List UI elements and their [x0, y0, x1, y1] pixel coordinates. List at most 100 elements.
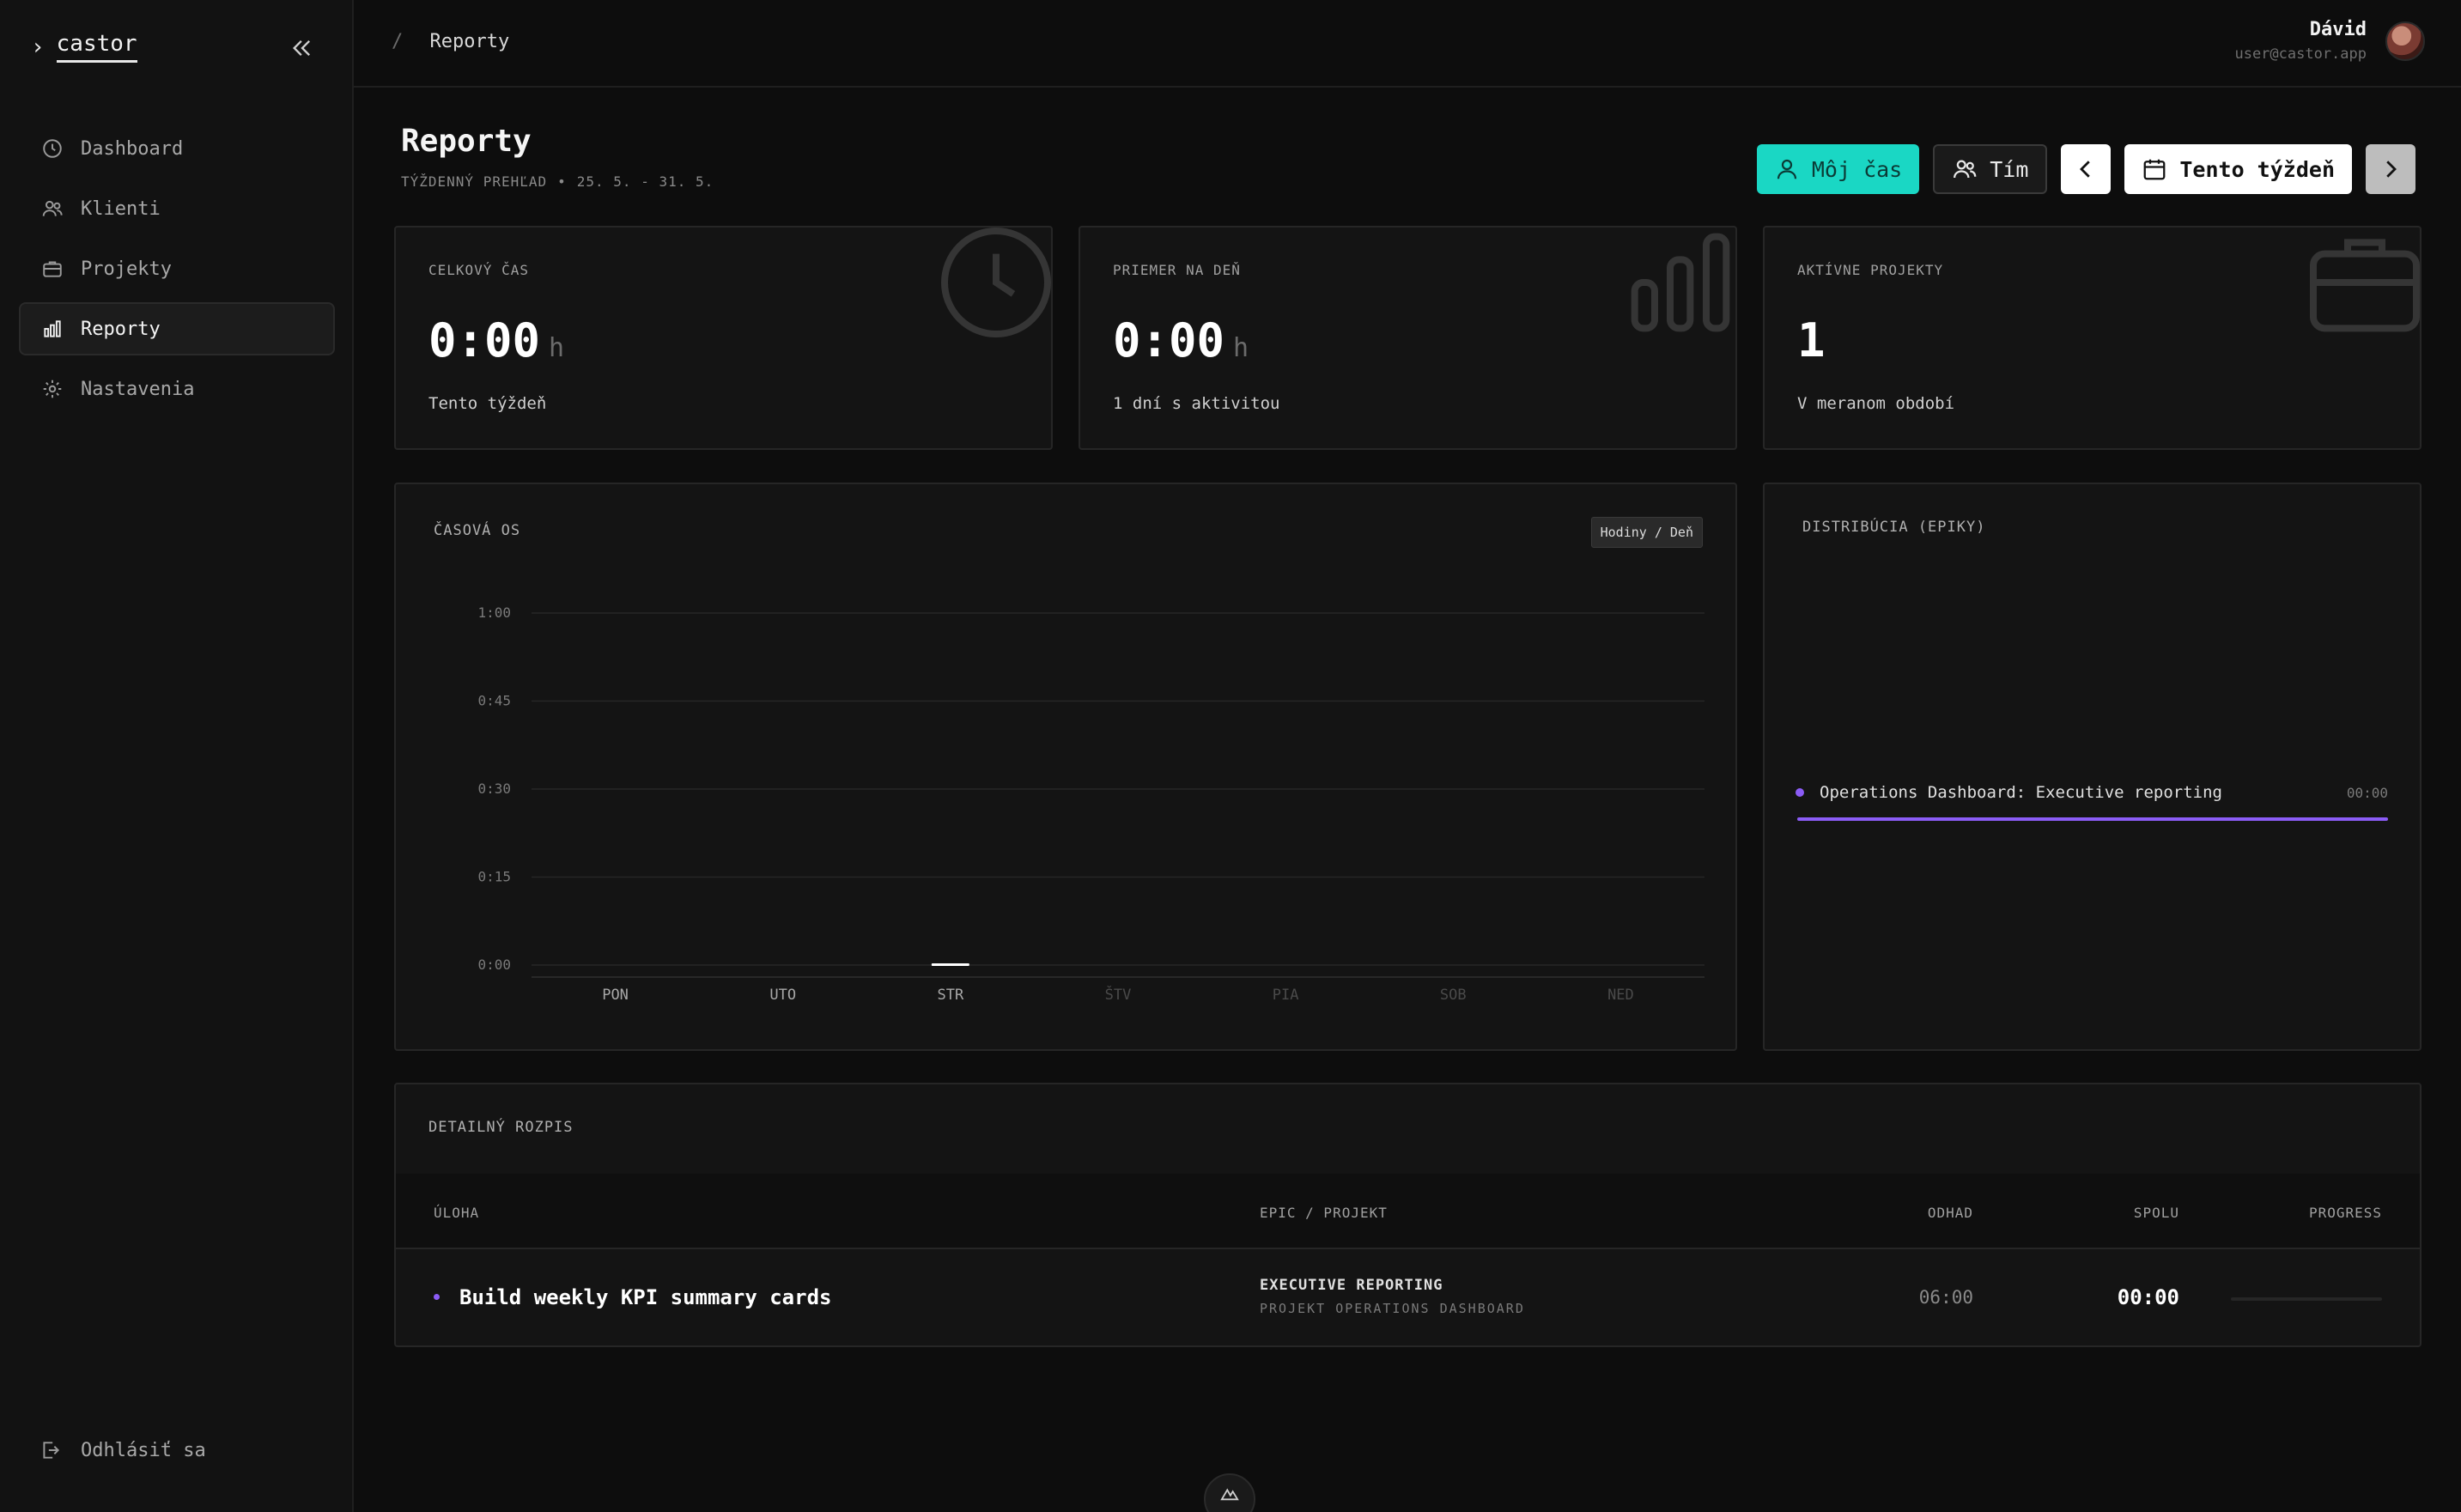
- distribution-bar: [1797, 817, 2388, 821]
- table-row[interactable]: Build weekly KPI summary cards EXECUTIVE…: [396, 1249, 2420, 1345]
- clock-icon: [941, 228, 1051, 337]
- distribution-item-value: 00:00: [2346, 784, 2388, 801]
- stat-value: 1: [1797, 313, 1826, 367]
- x-tick-label: STR: [937, 987, 963, 1004]
- brand-name: castor: [56, 31, 137, 63]
- user-menu[interactable]: Dávid user@castor.app: [2234, 19, 2425, 63]
- y-tick-label: 0:45: [477, 693, 511, 709]
- bar-chart-icon: [44, 320, 61, 337]
- stat-number: 0:00: [428, 313, 541, 367]
- sidebar-item-label: Dashboard: [81, 137, 184, 160]
- stat-note: 1 dní s aktivitou: [1113, 394, 1280, 413]
- chevron-left-icon: [2080, 161, 2091, 178]
- mountain-logo-icon: [1220, 1488, 1239, 1501]
- user-meta: Dávid user@castor.app: [2234, 19, 2367, 63]
- task-name: Build weekly KPI summary cards: [459, 1285, 832, 1309]
- table-header: ÚLOHA EPIC / PROJEKT ODHAD SPOLU PROGRES…: [396, 1174, 2420, 1249]
- column-header-epic: EPIC / PROJEKT: [1260, 1205, 1388, 1221]
- stat-note: V meranom období: [1797, 394, 1955, 413]
- sidebar-item-label: Reporty: [81, 318, 161, 340]
- logout-button[interactable]: Odhlásiť sa: [39, 1439, 206, 1461]
- column-header-progress: PROGRESS: [2308, 1205, 2382, 1221]
- sidebar-item-nastavenia[interactable]: Nastavenia: [19, 362, 335, 416]
- users-icon: [1954, 160, 1977, 179]
- page-subtitle: TÝŽDENNÝ PREHĽAD • 25. 5. - 31. 5.: [401, 173, 714, 190]
- x-tick-label: ŠTV: [1105, 985, 1132, 1004]
- logout-icon: [43, 1442, 60, 1459]
- sidebar-nav: Dashboard Klienti Projekty Reporty Nasta…: [19, 122, 335, 422]
- progress-bar: [2231, 1297, 2382, 1301]
- user-email: user@castor.app: [2234, 46, 2367, 63]
- stat-card-average: PRIEMER NA DEŇ 0:00 h 1 dní s aktivitou: [1079, 226, 1737, 450]
- x-tick-label: PIA: [1273, 987, 1299, 1004]
- briefcase-icon: [2310, 239, 2420, 332]
- clock-icon: [43, 139, 62, 158]
- task-bullet: [434, 1294, 440, 1300]
- x-tick-label: SOB: [1440, 987, 1467, 1004]
- column-header-total: SPOLU: [2133, 1205, 2179, 1221]
- distribution-title: DISTRIBÚCIA (EPIKY): [1802, 519, 1986, 536]
- y-tick-label: 0:00: [477, 956, 511, 973]
- team-button[interactable]: Tím: [1933, 144, 2048, 194]
- briefcase-icon: [43, 261, 62, 277]
- avatar[interactable]: [2385, 21, 2425, 61]
- timeline-chart: 0:00 0:15 0:30 0:45 1:00 PON UTO STR ŠTV PIA SOB NE…: [477, 604, 1704, 1004]
- detail-table-card: DETAILNÝ ROZPIS ÚLOHA EPIC / PROJEKT ODH…: [394, 1083, 2422, 1347]
- stat-unit: h: [549, 333, 565, 363]
- stat-unit: h: [1233, 333, 1249, 363]
- chevron-right-icon: ›: [31, 33, 45, 60]
- next-period-button[interactable]: [2366, 144, 2415, 194]
- brand[interactable]: › castor: [31, 31, 137, 63]
- task-estimate: 06:00: [1918, 1287, 1973, 1308]
- project-name: PROJEKT OPERATIONS DASHBOARD: [1260, 1301, 1525, 1316]
- stat-value: 0:00 h: [428, 313, 564, 367]
- distribution-item[interactable]: Operations Dashboard: Executive reportin…: [1796, 783, 2388, 802]
- previous-period-button[interactable]: [2061, 144, 2112, 194]
- user-icon: [1777, 159, 1796, 179]
- team-label: Tím: [1990, 156, 2029, 182]
- stat-value: 0:00 h: [1113, 313, 1249, 367]
- report-toolbar: Môj čas Tím Tento týždeň: [1756, 144, 2415, 194]
- sidebar-item-dashboard[interactable]: Dashboard: [19, 122, 335, 175]
- breadcrumb-current[interactable]: Reporty: [430, 31, 510, 52]
- sidebar-item-projekty[interactable]: Projekty: [19, 242, 335, 295]
- bar: [931, 963, 969, 966]
- page-title: Reporty: [401, 124, 532, 159]
- bar-chart-icon: [1631, 233, 1730, 332]
- stat-note: Tento týždeň: [428, 394, 547, 413]
- sidebar-item-label: Projekty: [81, 258, 172, 280]
- calendar-icon: [2144, 159, 2166, 180]
- x-tick-label: UTO: [769, 987, 796, 1004]
- sidebar-item-label: Klienti: [81, 197, 161, 220]
- user-name: Dávid: [2309, 19, 2367, 40]
- subtitle-range: 25. 5. - 31. 5.: [576, 173, 714, 190]
- app-root: › castor Dashboard Klienti Projekty Repo…: [0, 0, 2461, 1512]
- sidebar-item-reporty[interactable]: Reporty: [19, 302, 335, 355]
- period-label: Tento týždeň: [2179, 156, 2335, 182]
- my-time-button[interactable]: Môj čas: [1756, 144, 1920, 194]
- subtitle-label: TÝŽDENNÝ PREHĽAD: [401, 173, 548, 190]
- task-total: 00:00: [2117, 1285, 2179, 1309]
- stat-label: CELKOVÝ ČAS: [428, 262, 529, 278]
- y-tick-label: 1:00: [477, 604, 511, 621]
- y-tick-label: 0:30: [477, 780, 511, 797]
- breadcrumb: / Reporty: [392, 31, 509, 52]
- logout-label: Odhlásiť sa: [81, 1439, 206, 1461]
- breadcrumb-separator: /: [392, 31, 404, 52]
- stat-label: AKTÍVNE PROJEKTY: [1797, 262, 1944, 278]
- sidebar-item-klienti[interactable]: Klienti: [19, 182, 335, 235]
- gear-icon: [43, 380, 62, 398]
- stat-label: PRIEMER NA DEŇ: [1113, 262, 1241, 278]
- footer-logo[interactable]: [1204, 1473, 1255, 1512]
- stat-card-total-time: CELKOVÝ ČAS 0:00 h Tento týždeň: [394, 226, 1053, 450]
- subtitle-dot: •: [557, 173, 567, 190]
- top-header: / Reporty Dávid user@castor.app: [354, 0, 2461, 88]
- x-tick-label: NED: [1607, 987, 1634, 1004]
- my-time-label: Môj čas: [1811, 156, 1903, 182]
- y-tick-label: 0:15: [477, 869, 511, 885]
- stat-card-active-projects: AKTÍVNE PROJEKTY 1 V meranom období: [1763, 226, 2422, 450]
- distribution-item-name: Operations Dashboard: Executive reportin…: [1820, 783, 2222, 802]
- collapse-sidebar-button[interactable]: [290, 36, 314, 60]
- period-select-button[interactable]: Tento týždeň: [2124, 144, 2352, 194]
- double-chevron-left-icon: [293, 40, 310, 56]
